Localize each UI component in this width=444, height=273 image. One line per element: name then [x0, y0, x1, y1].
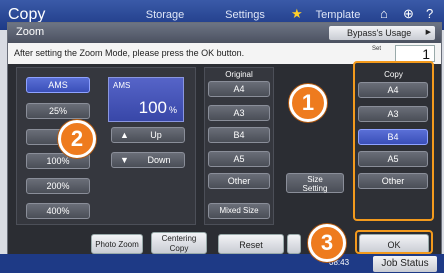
callout-2: 2: [58, 120, 96, 158]
dialog-title: Zoom: [16, 26, 45, 38]
set-label: Set: [371, 46, 381, 52]
centering-line2: Copy: [169, 244, 189, 253]
copy-a5-button[interactable]: A5: [358, 151, 428, 167]
zoom-25-button[interactable]: 25%: [26, 103, 90, 119]
original-a3-button[interactable]: A3: [208, 105, 270, 121]
ratio-unit: %: [168, 105, 177, 115]
original-heading: Original: [225, 70, 253, 79]
callout-3: 3: [308, 224, 346, 262]
set-count-field: 1: [395, 45, 435, 62]
photo-zoom-button[interactable]: Photo Zoom: [91, 234, 143, 254]
original-a5-button[interactable]: A5: [208, 151, 270, 167]
home-icon[interactable]: ⌂: [380, 6, 388, 21]
job-status-button[interactable]: Job Status: [373, 256, 437, 272]
copy-heading: Copy: [384, 70, 403, 79]
down-label: Down: [147, 155, 171, 165]
ratio-mode-label: AMS: [113, 81, 131, 90]
dialog-header: Zoom Bypass's Usage ▶: [8, 23, 441, 43]
bypass-usage-label: Bypass's Usage: [347, 28, 412, 38]
original-a4-button[interactable]: A4: [208, 81, 270, 97]
bypass-usage-button[interactable]: Bypass's Usage ▶: [329, 26, 435, 40]
copy-a4-button[interactable]: A4: [358, 82, 428, 98]
zoom-ratio-display: AMS 100%: [108, 77, 184, 122]
size-setting-line1: Size: [307, 175, 323, 184]
centering-copy-button[interactable]: Centering Copy: [151, 232, 207, 254]
zoom-up-button[interactable]: ▲ Up: [111, 127, 185, 143]
zoom-down-button[interactable]: ▼ Down: [111, 152, 185, 168]
chevron-right-icon: ▶: [425, 29, 431, 36]
ams-button[interactable]: AMS: [26, 77, 90, 93]
ok-button-highlight: [355, 230, 433, 254]
up-label: Up: [150, 130, 162, 140]
ratio-value: 100%: [138, 98, 177, 117]
star-icon[interactable]: ★: [291, 6, 303, 22]
globe-icon[interactable]: ⊕: [403, 6, 414, 22]
copy-a3-button[interactable]: A3: [358, 106, 428, 122]
zoom-400-button[interactable]: 400%: [26, 203, 90, 219]
callout-1: 1: [289, 84, 327, 122]
mixed-size-button[interactable]: Mixed Size: [208, 203, 270, 219]
size-setting-line2: Setting: [302, 184, 328, 193]
copy-other-button[interactable]: Other: [358, 173, 428, 189]
original-b4-button[interactable]: B4: [208, 127, 270, 143]
triangle-up-icon: ▲: [120, 130, 129, 140]
screen: Copy Storage Settings ★ Template ⌂ ⊕ ? Z…: [0, 0, 444, 273]
copy-b4-button[interactable]: B4: [358, 129, 428, 145]
size-setting-button[interactable]: Size Setting: [286, 173, 344, 193]
hidden-button-partial[interactable]: [287, 234, 301, 254]
original-other-button[interactable]: Other: [208, 173, 270, 189]
instruction-message: After setting the Zoom Mode, please pres…: [14, 48, 245, 58]
reset-button[interactable]: Reset: [218, 234, 284, 254]
help-icon[interactable]: ?: [426, 6, 433, 21]
centering-line1: Centering: [161, 234, 197, 243]
triangle-down-icon: ▼: [120, 155, 129, 165]
zoom-200-button[interactable]: 200%: [26, 178, 90, 194]
